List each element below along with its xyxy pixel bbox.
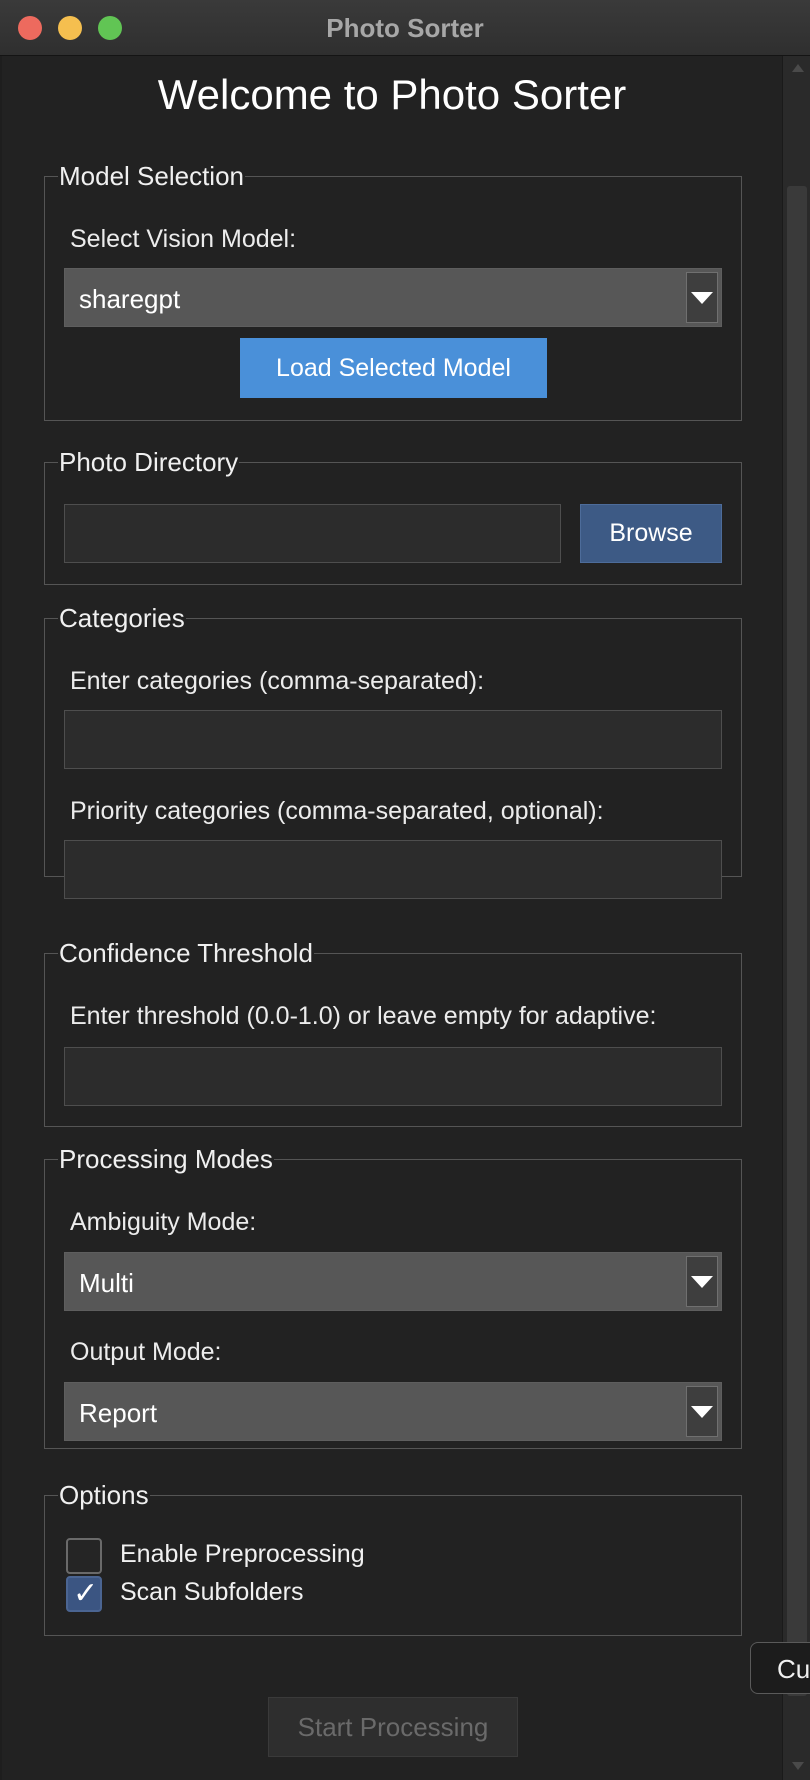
select-vision-model-label: Select Vision Model: <box>70 225 297 253</box>
ambiguity-mode-selected-value: Multi <box>79 1268 134 1298</box>
page-title: Welcome to Photo Sorter <box>157 71 627 118</box>
main-content: Welcome to Photo Sorter Model Selection … <box>2 56 782 1780</box>
scan-subfolders-checkbox[interactable]: ✓ <box>66 1576 102 1612</box>
confidence-threshold-input[interactable] <box>64 1047 722 1106</box>
enable-preprocessing-label[interactable]: Enable Preprocessing <box>120 1540 365 1569</box>
scan-subfolders-label[interactable]: Scan Subfolders <box>120 1578 303 1607</box>
chevron-down-icon[interactable] <box>686 272 718 323</box>
vision-model-selected-value: sharegpt <box>79 284 181 314</box>
output-mode-select[interactable]: Report <box>64 1382 722 1441</box>
priority-categories-input[interactable] <box>64 840 722 899</box>
output-mode-selected-value: Report <box>79 1398 158 1428</box>
categories-label: Enter categories (comma-separated): <box>70 667 485 695</box>
confidence-threshold-label: Enter threshold (0.0-1.0) or leave empty… <box>70 1002 657 1030</box>
browse-button[interactable]: Browse <box>580 504 722 563</box>
vision-model-select[interactable]: sharegpt <box>64 268 722 327</box>
model-selection-legend: Model Selection <box>59 161 244 191</box>
scroll-down-icon[interactable] <box>792 1762 804 1770</box>
cut-button[interactable]: Cu <box>750 1642 810 1694</box>
priority-categories-label: Priority categories (comma-separated, op… <box>70 797 604 825</box>
categories-input[interactable] <box>64 710 722 769</box>
ambiguity-mode-label: Ambiguity Mode: <box>70 1208 257 1236</box>
window-title: Photo Sorter <box>326 13 484 43</box>
processing-modes-legend: Processing Modes <box>59 1144 273 1174</box>
confidence-threshold-legend: Confidence Threshold <box>59 938 313 968</box>
photo-directory-input[interactable] <box>64 504 561 563</box>
start-processing-button[interactable]: Start Processing <box>268 1697 518 1757</box>
window-titlebar: Photo Sorter <box>0 0 810 56</box>
enable-preprocessing-checkbox[interactable] <box>66 1538 102 1574</box>
scrollbar-thumb[interactable] <box>787 186 807 1696</box>
chevron-down-icon[interactable] <box>686 1386 718 1437</box>
checkmark-icon: ✓ <box>73 1577 99 1610</box>
chevron-down-icon[interactable] <box>686 1256 718 1307</box>
scroll-up-icon[interactable] <box>792 64 804 72</box>
vertical-scrollbar[interactable] <box>782 56 810 1780</box>
photo-directory-legend: Photo Directory <box>59 447 239 477</box>
output-mode-label: Output Mode: <box>70 1338 222 1366</box>
options-legend: Options <box>59 1480 149 1510</box>
categories-legend: Categories <box>59 603 185 633</box>
ambiguity-mode-select[interactable]: Multi <box>64 1252 722 1311</box>
load-selected-model-button[interactable]: Load Selected Model <box>240 338 547 398</box>
